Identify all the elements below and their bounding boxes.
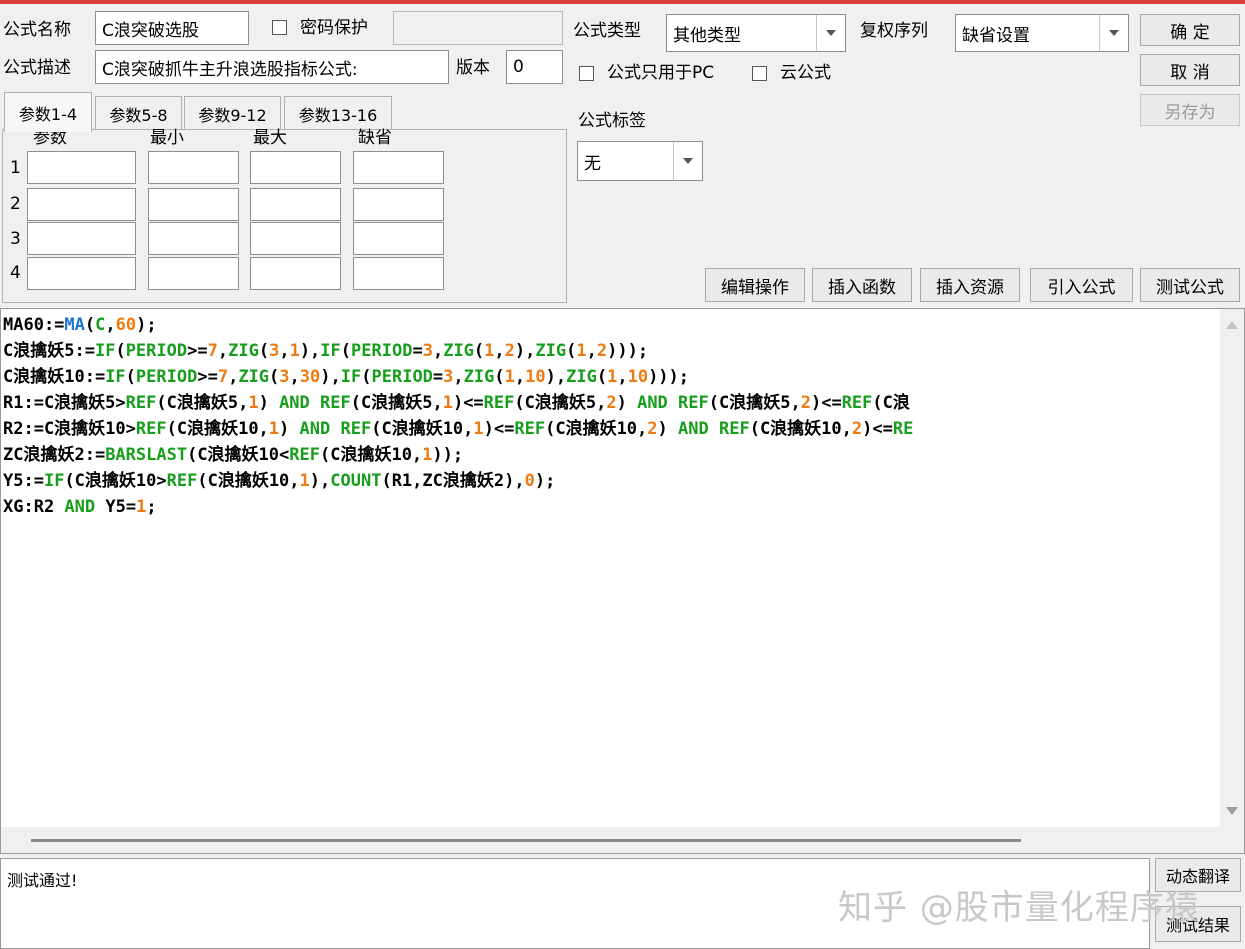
formula-name-label: 公式名称 xyxy=(3,20,71,40)
param-4-max-input[interactable] xyxy=(250,257,341,290)
param-row-number: 3 xyxy=(10,229,21,249)
watermark: 知乎 @股市量化程序猿 xyxy=(838,888,1200,928)
param-2-min-input[interactable] xyxy=(148,188,239,221)
chevron-down-icon[interactable] xyxy=(816,15,845,51)
param-3-name-input[interactable] xyxy=(27,222,136,255)
insert-resource-button[interactable]: 插入资源 xyxy=(920,268,1020,302)
param-2-max-input[interactable] xyxy=(250,188,341,221)
formula-tag-value: 无 xyxy=(584,153,601,174)
code-editor[interactable]: MA60:=MA(C,60); C浪擒妖5:=IF(PERIOD>=7,ZIG(3… xyxy=(0,308,1245,854)
horizontal-scrollbar[interactable] xyxy=(1,827,1244,853)
code-line[interactable]: MA60:=MA(C,60); xyxy=(3,312,1218,338)
import-formula-button[interactable]: 引入公式 xyxy=(1030,268,1133,302)
param-1-max-input[interactable] xyxy=(250,151,341,184)
edit-operations-button[interactable]: 编辑操作 xyxy=(705,268,805,302)
param-row-number: 2 xyxy=(10,194,21,214)
code-text[interactable]: MA60:=MA(C,60); C浪擒妖5:=IF(PERIOD>=7,ZIG(3… xyxy=(3,312,1218,520)
cancel-button[interactable]: 取 消 xyxy=(1140,54,1240,86)
param-header-name: 参数 xyxy=(33,128,67,148)
version-input[interactable]: 0 xyxy=(506,50,563,84)
formula-desc-label: 公式描述 xyxy=(3,58,71,78)
param-header-min: 最小 xyxy=(150,128,184,148)
formula-type-label: 公式类型 xyxy=(573,21,641,41)
param-2-name-input[interactable] xyxy=(27,188,136,221)
chevron-down-icon[interactable] xyxy=(673,142,702,180)
rights-series-value: 缺省设置 xyxy=(962,25,1030,46)
param-header-max: 最大 xyxy=(253,128,287,148)
param-4-name-input[interactable] xyxy=(27,257,136,290)
save-as-button[interactable]: 另存为 xyxy=(1140,94,1240,126)
formula-desc-value: C浪突破抓牛主升浪选股指标公式: xyxy=(102,59,358,80)
formula-tag-select[interactable]: 无 xyxy=(577,141,703,181)
code-line[interactable]: R2:=C浪擒妖10>REF(C浪擒妖10,1) AND REF(C浪擒妖10,… xyxy=(3,416,1218,442)
tab-params-13-16[interactable]: 参数13-16 xyxy=(284,96,392,130)
code-line[interactable]: R1:=C浪擒妖5>REF(C浪擒妖5,1) AND REF(C浪擒妖5,1)<… xyxy=(3,390,1218,416)
ok-button[interactable]: 确 定 xyxy=(1140,14,1240,46)
code-line[interactable]: XG:R2 AND Y5=1; xyxy=(3,494,1218,520)
test-formula-button[interactable]: 测试公式 xyxy=(1140,268,1240,302)
formula-tag-label: 公式标签 xyxy=(578,111,646,131)
param-row-number: 1 xyxy=(10,158,21,178)
rights-series-select[interactable]: 缺省设置 xyxy=(955,14,1129,52)
scroll-arrows-icon[interactable] xyxy=(1220,309,1244,829)
param-3-min-input[interactable] xyxy=(148,222,239,255)
cloud-formula-label: 云公式 xyxy=(780,63,831,83)
password-protect-checkbox[interactable] xyxy=(272,20,287,35)
code-line[interactable]: Y5:=IF(C浪擒妖10>REF(C浪擒妖10,1),COUNT(R1,ZC浪… xyxy=(3,468,1218,494)
horizontal-scroll-thumb[interactable] xyxy=(31,839,1021,842)
param-4-min-input[interactable] xyxy=(148,257,239,290)
rights-series-label: 复权序列 xyxy=(860,21,928,41)
password-input[interactable] xyxy=(393,11,563,45)
formula-name-value: C浪突破选股 xyxy=(102,20,199,41)
code-line[interactable]: C浪擒妖5:=IF(PERIOD>=7,ZIG(3,1),IF(PERIOD=3… xyxy=(3,338,1218,364)
pc-only-checkbox[interactable] xyxy=(579,66,594,81)
param-1-min-input[interactable] xyxy=(148,151,239,184)
version-label: 版本 xyxy=(456,58,490,78)
scroll-down-icon xyxy=(1226,807,1238,815)
formula-type-value: 其他类型 xyxy=(673,25,741,46)
param-3-max-input[interactable] xyxy=(250,222,341,255)
version-value: 0 xyxy=(513,57,524,77)
param-3-default-input[interactable] xyxy=(353,222,444,255)
param-2-default-input[interactable] xyxy=(353,188,444,221)
output-text: 测试通过! xyxy=(7,871,78,890)
scroll-up-icon xyxy=(1226,321,1238,329)
pc-only-label: 公式只用于PC xyxy=(607,63,715,83)
param-4-default-input[interactable] xyxy=(353,257,444,290)
tab-params-1-4[interactable]: 参数1-4 xyxy=(4,92,92,132)
formula-name-input[interactable]: C浪突破选股 xyxy=(95,11,249,45)
chevron-down-icon[interactable] xyxy=(1099,15,1128,51)
param-header-default: 缺省 xyxy=(358,128,392,148)
cloud-formula-checkbox[interactable] xyxy=(752,66,767,81)
param-1-name-input[interactable] xyxy=(27,151,136,184)
window-top-border xyxy=(0,0,1245,4)
vertical-scrollbar[interactable] xyxy=(1220,309,1244,829)
param-1-default-input[interactable] xyxy=(353,151,444,184)
tab-params-5-8[interactable]: 参数5-8 xyxy=(95,96,182,130)
code-line[interactable]: C浪擒妖10:=IF(PERIOD>=7,ZIG(3,30),IF(PERIOD… xyxy=(3,364,1218,390)
code-line[interactable]: ZC浪擒妖2:=BARSLAST(C浪擒妖10<REF(C浪擒妖10,1)); xyxy=(3,442,1218,468)
formula-type-select[interactable]: 其他类型 xyxy=(666,14,846,52)
param-row-number: 4 xyxy=(10,263,21,283)
tab-params-9-12[interactable]: 参数9-12 xyxy=(184,96,281,130)
insert-function-button[interactable]: 插入函数 xyxy=(812,268,912,302)
password-protect-label: 密码保护 xyxy=(300,18,368,38)
formula-desc-input[interactable]: C浪突破抓牛主升浪选股指标公式: xyxy=(95,50,449,84)
